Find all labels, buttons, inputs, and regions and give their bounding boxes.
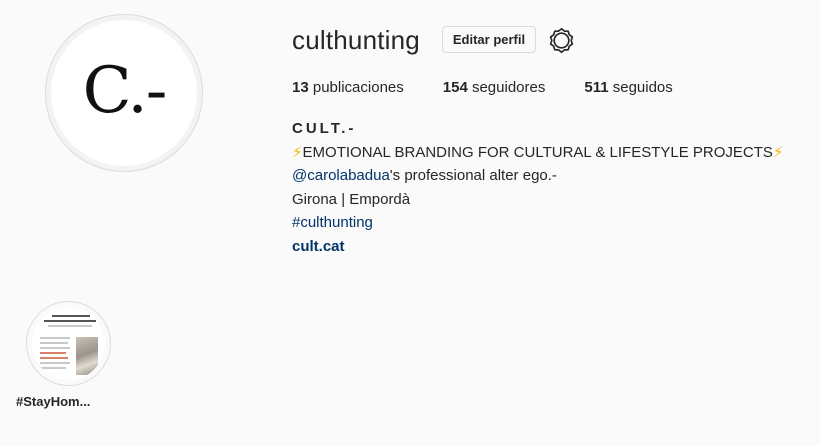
bio-mention-suffix: 's professional alter ego.-: [389, 167, 557, 184]
profile-bio: CULT.- ⚡EMOTIONAL BRANDING FOR CULTURAL …: [292, 117, 783, 258]
avatar-logo-text: C.-: [82, 54, 168, 128]
bio-location: Girona | Empordà: [292, 190, 411, 208]
edit-profile-button[interactable]: Editar perfil: [442, 26, 536, 53]
cover-text-line: [40, 367, 66, 369]
following-label: seguidos: [612, 79, 673, 96]
followers-label: seguidores: [471, 79, 546, 96]
profile-stats: 13 publicaciones 154 seguidores 511 segu…: [292, 79, 712, 96]
story-highlight[interactable]: [26, 301, 111, 386]
cover-text-line: [40, 337, 70, 339]
highlight-cover: [32, 307, 105, 380]
bio-website-link[interactable]: cult.cat: [292, 235, 783, 259]
following-count: 511: [584, 79, 609, 96]
bio-tagline: EMOTIONAL BRANDING FOR CULTURAL & LIFEST…: [302, 143, 773, 161]
cover-text-line: [40, 342, 68, 344]
cover-text-line: [44, 320, 96, 322]
bio-name: CULT.-: [292, 120, 357, 137]
posts-stat: 13 publicaciones: [292, 79, 404, 96]
posts-label: publicaciones: [312, 79, 404, 96]
avatar-image: C.-: [51, 20, 197, 166]
cover-text-line: [40, 362, 70, 364]
cover-text-line: [48, 325, 92, 327]
cover-photo: [76, 337, 98, 375]
bio-tagline-line: ⚡EMOTIONAL BRANDING FOR CULTURAL & LIFES…: [292, 141, 783, 165]
bio-mention-line: @carolabadua's professional alter ego.-: [292, 164, 783, 188]
bio-mention-link[interactable]: @carolabadua: [292, 167, 390, 184]
cover-text-line: [52, 315, 90, 317]
profile-username: culthunting: [292, 25, 420, 55]
profile-avatar[interactable]: C.-: [45, 14, 203, 172]
cover-text-line: [40, 347, 70, 349]
followers-stat[interactable]: 154 seguidores: [443, 79, 546, 96]
highlight-label[interactable]: #StayHom...: [16, 394, 120, 409]
following-stat[interactable]: 511 seguidos: [584, 79, 672, 96]
cover-text-line: [40, 357, 68, 359]
bio-hashtag-link[interactable]: #culthunting: [292, 211, 783, 235]
cover-text-line: [40, 352, 66, 354]
posts-count: 13: [292, 79, 309, 96]
lightning-icon: ⚡: [772, 143, 784, 161]
followers-count: 154: [442, 79, 468, 96]
lightning-icon: ⚡: [292, 143, 303, 161]
gear-icon[interactable]: [549, 28, 574, 53]
